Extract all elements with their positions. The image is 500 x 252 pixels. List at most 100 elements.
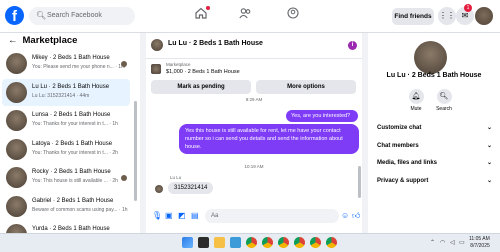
search-button[interactable]: 🔍︎ Search [434,89,454,112]
conversation-preview: You: Thanks for your interest in t... · … [32,149,118,156]
emoji-icon[interactable]: ☺ [341,211,349,220]
home-notification-dot [206,6,210,10]
section-label: Customize chat [377,125,422,131]
chevron-down-icon: ⌄ [486,160,492,166]
details-section-row[interactable]: Privacy & support ⌄ [377,175,492,187]
conversation-thumbnail [6,110,27,131]
conversation-preview: You: This house is still available ... ·… [32,178,118,184]
timestamp: 10:19 AM [244,164,264,169]
listing-source: Marketplace [166,62,191,67]
groups-icon[interactable] [282,6,304,26]
conversation-name: Gabriel · 2 Beds 1 Bath House [32,197,114,204]
chrome-icon[interactable] [310,237,321,248]
search-input[interactable]: 🔍︎ Search Facebook [29,7,135,25]
gif-icon[interactable]: ▤ [191,211,199,220]
chrome-icon[interactable] [246,237,257,248]
like-icon[interactable]: 👍︎ [352,211,360,221]
battery-icon[interactable]: ▭ [459,239,465,246]
system-clock[interactable]: 11:05 AM 8/7/2025 [469,236,490,250]
incoming-message: 3152321414 [168,182,214,194]
chrome-icon[interactable] [262,237,273,248]
message-placeholder: Aa [211,213,219,219]
bell-icon: 🔔︎ [408,89,424,104]
conversation-preview: You: Thanks for your interest in t... · … [32,121,118,127]
conversation-name: Yurda · 2 Beds 1 Bath House [32,226,110,232]
conversation-item[interactable]: Latoya · 2 Beds 1 Bath House You: Thanks … [2,136,130,163]
conversation-item[interactable]: Rocky · 2 Beds 1 Bath House You: This hou… [2,164,130,191]
mute-button[interactable]: 🔔︎ Mute [406,89,426,112]
wifi-icon[interactable]: ◠ [440,239,445,246]
sticker-icon[interactable]: ◩ [178,211,186,220]
tray-chevron-icon[interactable]: ⌃ [430,239,435,246]
back-arrow-icon[interactable]: ← [8,35,18,46]
search-icon: 🔍︎ [436,89,452,104]
sender-avatar [155,185,163,193]
mute-label: Mute [410,106,422,112]
marketplace-sidebar: ← Marketplace Mikey · 2 Beds 1 Bath House… [0,33,140,233]
conversation-item[interactable]: Lunsa · 2 Beds 1 Bath House You: Thanks f… [2,107,130,134]
chat-avatar[interactable] [151,39,163,51]
volume-icon[interactable]: ◁ [450,239,455,246]
conversation-name: Lu Lu · 2 Beds 1 Bath House [32,83,110,90]
sidebar-title: Marketplace [22,35,78,46]
friends-icon[interactable] [234,6,256,26]
chevron-down-icon: ⌄ [486,125,492,131]
file-explorer-icon[interactable] [214,237,225,248]
photo-icon[interactable]: ▣ [165,211,173,220]
microphone-icon[interactable]: 🎙︎ [152,211,162,220]
chat-header: Lu Lu · 2 Beds 1 Bath House i [146,33,362,59]
read-receipt-avatar [121,175,127,181]
conversation-preview: You: Please send me your phone n... · 1m [32,64,126,70]
section-label: Media, files and links [377,160,438,166]
chrome-icon[interactable] [326,237,337,248]
task-view-icon[interactable] [198,237,209,248]
conversation-thumbnail [6,81,27,103]
conversation-thumbnail [6,167,27,188]
conversation-name: Mikey · 2 Beds 1 Bath House [32,55,110,61]
conversation-thumbnail [6,195,27,217]
find-friends-button[interactable]: Find friends [392,8,434,25]
conversation-name: Rocky · 2 Beds 1 Bath House [32,169,111,175]
search-icon: 🔍︎ [36,11,47,20]
clock-time: 11:05 AM [469,236,490,242]
conversation-name: Lunsa · 2 Beds 1 Bath House [32,112,111,118]
conversation-preview: Lu Lu: 3152321414 · 44m [32,92,90,99]
listing-price[interactable]: $1,000 · 2 Beds 1 Bath House [166,69,240,75]
listing-avatar[interactable] [414,41,447,74]
chevron-down-icon: ⌄ [486,177,492,184]
clock-date: 8/7/2025 [470,243,490,249]
listing-thumbnail[interactable] [151,64,161,74]
sender-name: Lu Lu [170,175,182,180]
more-options-button[interactable]: More options [256,80,356,94]
conversation-thumbnail [6,138,27,160]
read-receipt-avatar [121,61,127,67]
sidebar-scrollbar[interactable] [134,101,137,201]
facebook-logo[interactable]: f [5,6,24,25]
conversation-item[interactable]: Mikey · 2 Beds 1 Bath House You: Please s… [2,50,130,77]
conversation-thumbnail [6,53,27,74]
details-section-row[interactable]: Customize chat ⌄ [377,122,492,134]
conversation-details-panel: Lu Lu · 2 Beds 1 Bath House 🔔︎ Mute 🔍︎ S… [368,33,500,233]
section-label: Chat members [377,142,419,149]
timestamp: 9:29 AM [245,97,263,102]
details-section-row[interactable]: Chat members ⌄ [377,140,492,152]
mark-as-pending-button[interactable]: Mark as pending [151,80,251,94]
edge-icon[interactable] [230,237,241,248]
conversation-item[interactable]: Yurda · 2 Beds 1 Bath HouseYou: Please c… [2,221,130,233]
chat-scrollbar[interactable] [358,166,361,198]
search-placeholder: Search Facebook [47,12,102,19]
section-label: Privacy & support [377,177,429,184]
details-section-row[interactable]: Media, files and links ⌄ [377,157,492,169]
conversation-preview: Beware of common scams using pay... · 1h [32,206,128,213]
chrome-icon[interactable] [278,237,289,248]
chat-title[interactable]: Lu Lu · 2 Beds 1 Bath House [168,40,263,47]
conversation-item[interactable]: Lu Lu · 2 Beds 1 Bath House Lu Lu: 315232… [2,78,130,106]
info-icon[interactable]: i [348,41,357,50]
chrome-icon[interactable] [294,237,305,248]
profile-avatar[interactable] [475,7,493,25]
menu-grid-icon[interactable]: ⋮⋮ [438,7,456,25]
notification-badge: 1 [464,4,472,12]
message-input[interactable]: Aa [205,209,339,223]
conversation-item[interactable]: Gabriel · 2 Beds 1 Bath House Beware of c… [2,193,130,220]
windows-start-icon[interactable] [182,237,193,248]
